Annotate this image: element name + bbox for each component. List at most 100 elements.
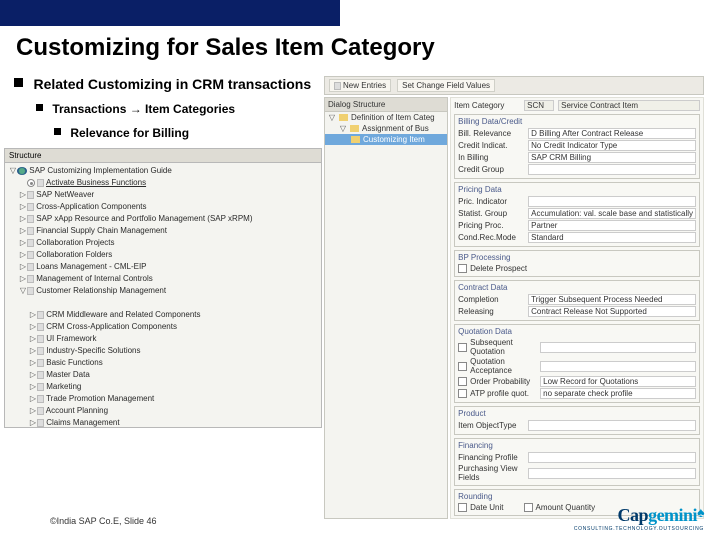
field-value[interactable]: Accumulation: val. scale base and statis…: [528, 208, 696, 219]
new-entries-button[interactable]: New Entries: [329, 79, 391, 92]
field-label: Purchasing View Fields: [458, 464, 528, 482]
tree-row[interactable]: ▽ SAP Customizing Implementation Guide: [9, 165, 317, 177]
tree-label: CRM Middleware and Related Components: [46, 310, 200, 319]
section-product: Product Item ObjectType: [454, 406, 700, 435]
tree-row[interactable]: ▽ Customer Relationship Management: [9, 285, 317, 297]
doc-icon: [37, 371, 44, 379]
checkbox[interactable]: [458, 503, 467, 512]
tree-label: Basic Functions: [46, 358, 102, 367]
tree-label: SAP xApp Resource and Portfolio Manageme…: [36, 214, 252, 223]
tree-body: ▽ SAP Customizing Implementation Guide A…: [5, 163, 321, 428]
field-value[interactable]: Partner: [528, 220, 696, 231]
tree-row[interactable]: ▷ Master Data: [9, 369, 317, 381]
field-value[interactable]: Standard: [528, 232, 696, 243]
ds-row-selected[interactable]: Customizing Item: [325, 134, 447, 145]
doc-icon: [27, 239, 34, 247]
doc-icon: [37, 311, 44, 319]
bullet-2b: Item Categories: [142, 102, 235, 116]
tree-row[interactable]: ▷ Collaboration Projects: [9, 237, 317, 249]
tree-row[interactable]: [9, 297, 317, 309]
field-value[interactable]: [528, 164, 696, 175]
tree-label: Cross-Application Components: [36, 202, 146, 211]
tree-label: SAP NetWeaver: [36, 190, 94, 199]
tree-label: Collaboration Folders: [36, 250, 112, 259]
checkbox[interactable]: [458, 377, 467, 386]
ds-row[interactable]: ▽Definition of Item Categ: [325, 112, 447, 123]
doc-icon: [37, 407, 44, 415]
checkbox[interactable]: [458, 389, 467, 398]
bullet-2: Transactions → Item Categories: [4, 102, 322, 116]
tree-row[interactable]: ▷ Account Planning: [9, 405, 317, 417]
ds-row[interactable]: ▽Assignment of Bus: [325, 123, 447, 134]
item-category-row: Item Category SCN Service Contract Item: [454, 100, 700, 111]
tree-row[interactable]: ▷ Trade Promotion Management: [9, 393, 317, 405]
tree-label: Marketing: [46, 382, 81, 391]
tree-row[interactable]: ▷ Collaboration Folders: [9, 249, 317, 261]
tree-row[interactable]: ▷ UI Framework: [9, 333, 317, 345]
tree-row[interactable]: ▷ Claims Management: [9, 417, 317, 428]
tree-row[interactable]: ▷ Loans Management - CML-EIP: [9, 261, 317, 273]
tree-label: Account Planning: [46, 406, 108, 415]
arrow-icon: →: [130, 102, 142, 116]
tree-row[interactable]: ▷ SAP xApp Resource and Portfolio Manage…: [9, 213, 317, 225]
tree-row[interactable]: ▷ Industry-Specific Solutions: [9, 345, 317, 357]
field-value[interactable]: [528, 452, 696, 463]
field-value[interactable]: SAP CRM Billing: [528, 152, 696, 163]
field-row: Subsequent Quotation: [458, 338, 696, 356]
field-row: Cond.Rec.ModeStandard: [458, 232, 696, 243]
dialog-structure-header: Dialog Structure: [325, 98, 447, 112]
field-value[interactable]: [528, 468, 696, 479]
tree-row[interactable]: ▷ Cross-Application Components: [9, 201, 317, 213]
field-row: ATP profile quot.no separate check profi…: [458, 388, 696, 399]
field-row: ReleasingContract Release Not Supported: [458, 306, 696, 317]
field-value[interactable]: [528, 420, 696, 431]
section-pricing: Pricing Data Pric. IndicatorStatist. Gro…: [454, 182, 700, 247]
tree-label: SAP Customizing Implementation Guide: [29, 166, 172, 175]
checkbox[interactable]: [458, 362, 467, 371]
field-value[interactable]: no separate check profile: [540, 388, 696, 399]
tree-row[interactable]: ▷ CRM Cross-Application Components: [9, 321, 317, 333]
tree-row[interactable]: ▷ Marketing: [9, 381, 317, 393]
field-label: Order Probability: [470, 377, 540, 386]
doc-icon: [27, 251, 34, 259]
tree-label: CRM Cross-Application Components: [46, 322, 177, 331]
field-value[interactable]: Contract Release Not Supported: [528, 306, 696, 317]
tree-row[interactable]: ▷ CRM Middleware and Related Components: [9, 309, 317, 321]
checkbox[interactable]: [524, 503, 533, 512]
field-row: Financing Profile: [458, 452, 696, 463]
doc-icon: [27, 191, 34, 199]
field-value[interactable]: Trigger Subsequent Process Needed: [528, 294, 696, 305]
field-value[interactable]: D Billing After Contract Release: [528, 128, 696, 139]
tree-label: Management of Internal Controls: [36, 274, 153, 283]
folder-icon: [351, 136, 360, 143]
field-value[interactable]: No Credit Indicator Type: [528, 140, 696, 151]
change-field-button[interactable]: Set Change Field Values: [397, 79, 495, 92]
tree-row[interactable]: ▷ Financial Supply Chain Management: [9, 225, 317, 237]
field-label: Cond.Rec.Mode: [458, 233, 528, 242]
field-label: Releasing: [458, 307, 528, 316]
tree-row[interactable]: ▷ Management of Internal Controls: [9, 273, 317, 285]
tree-row[interactable]: ▷ Basic Functions: [9, 357, 317, 369]
field-value[interactable]: [528, 196, 696, 207]
item-cat-desc: Service Contract Item: [558, 100, 700, 111]
bullet-1: Related Customizing in CRM transactions: [4, 76, 322, 94]
checkbox[interactable]: [458, 343, 467, 352]
tree-label: Loans Management - CML-EIP: [36, 262, 146, 271]
section-billing: Billing Data/Credit Bill. RelevanceD Bil…: [454, 114, 700, 179]
bullet-square-icon: [14, 78, 23, 87]
doc-icon: [37, 419, 44, 427]
field-value[interactable]: [540, 342, 696, 353]
field-label: Credit Group: [458, 165, 528, 174]
tree-row[interactable]: Activate Business Functions: [9, 177, 317, 189]
field-value[interactable]: Low Record for Quotations: [540, 376, 696, 387]
folder-icon: [350, 125, 359, 132]
tree-label: Claims Management: [46, 418, 119, 427]
doc-icon: [27, 287, 34, 295]
field-label: In Billing: [458, 153, 528, 162]
checkbox[interactable]: [458, 264, 467, 273]
doc-icon: [27, 263, 34, 271]
tree-row[interactable]: ▷ SAP NetWeaver: [9, 189, 317, 201]
logo-name: Capgemini♠: [574, 505, 704, 526]
item-cat-code: SCN: [524, 100, 554, 111]
field-value[interactable]: [540, 361, 696, 372]
